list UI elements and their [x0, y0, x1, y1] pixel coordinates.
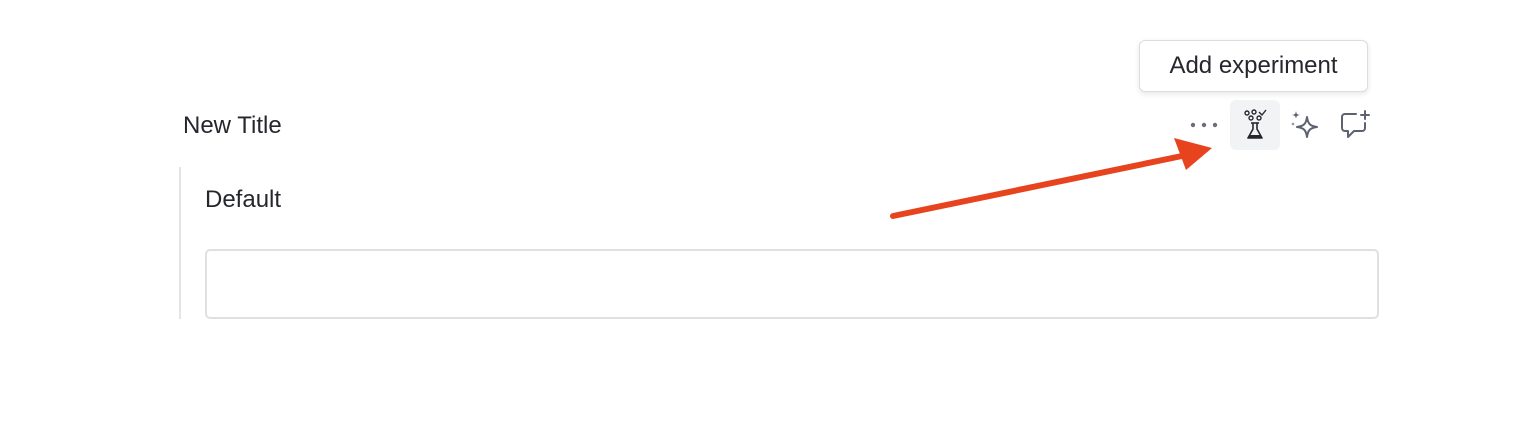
more-options-button[interactable] [1178, 100, 1230, 150]
ai-assist-button[interactable] [1280, 100, 1330, 150]
add-comment-button[interactable] [1330, 100, 1380, 150]
page: New Title Add experiment Default [0, 0, 1532, 436]
variant-section: Default [179, 167, 1383, 319]
add-experiment-button[interactable] [1230, 100, 1280, 150]
add-comment-icon [1341, 110, 1370, 138]
more-horizontal-icon [1190, 122, 1218, 128]
flask-icon [1244, 109, 1267, 139]
variant-content-input[interactable] [205, 249, 1379, 319]
block-title: New Title [183, 112, 282, 139]
add-experiment-tooltip: Add experiment [1139, 40, 1368, 92]
block-toolbar [1178, 100, 1380, 150]
variant-label: Default [205, 186, 282, 213]
sparkles-icon [1291, 111, 1318, 138]
